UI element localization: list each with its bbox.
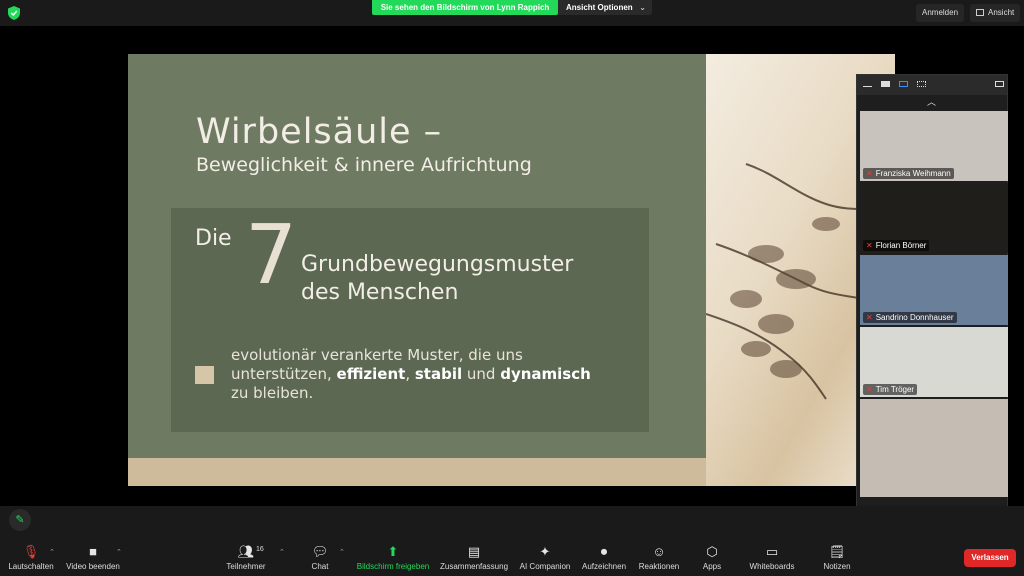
stop-video-button[interactable]: ■ Video beenden	[64, 544, 122, 571]
chat-button[interactable]: 💬︎ Chat	[306, 544, 334, 571]
view-label: Ansicht	[988, 8, 1015, 17]
slide-footer-band	[128, 458, 706, 486]
video-camera-icon: ■	[89, 544, 97, 559]
summary-label: Zusammenfassung	[440, 562, 509, 571]
mic-muted-icon: ✕	[866, 241, 873, 250]
sign-in-button[interactable]: Anmelden	[916, 4, 965, 22]
record-label: Aufzeichnen	[581, 562, 627, 571]
gallery-toolbar	[857, 75, 1007, 95]
participant-gallery: ︿ ✕ Franziska Weihmann ✕ Florian Börner ✕ S…	[856, 74, 1008, 520]
notes-button[interactable]: 🗒︎ Notizen	[820, 544, 854, 571]
whiteboard-icon: ▭	[765, 544, 779, 559]
video-label: Video beenden	[66, 562, 120, 571]
shield-icon[interactable]	[8, 6, 20, 20]
view-options-button[interactable]: Ansicht Optionen ⌄	[558, 0, 652, 15]
share-screen-button[interactable]: ⬆ Bildschirm freigeben	[354, 544, 432, 571]
chevron-down-icon: ⌄	[639, 3, 646, 12]
summary-button[interactable]: ▤ Zusammenfassung	[440, 544, 508, 571]
reactions-button[interactable]: ☺ Reaktionen	[637, 544, 681, 571]
reactions-label: Reaktionen	[638, 562, 680, 571]
top-bar: Sie sehen den Bildschirm von Lynn Rappic…	[0, 0, 1024, 26]
box-heading-line1: Grundbewegungsmuster	[301, 252, 574, 277]
share-banner: Sie sehen den Bildschirm von Lynn Rappic…	[372, 0, 558, 15]
presentation-slide: Wirbelsäule – Beweglichkeit & innere Auf…	[128, 54, 895, 486]
mic-muted-icon: ✕	[866, 385, 873, 394]
share-screen-icon: ⬆	[387, 544, 399, 559]
box-heading-line2: des Menschen	[301, 280, 459, 305]
view-button[interactable]: Ansicht	[970, 4, 1021, 22]
chat-label: Chat	[311, 562, 329, 571]
box-number: 7	[245, 208, 298, 303]
apps-label: Apps	[702, 562, 722, 571]
smiley-icon: ☺	[652, 544, 666, 559]
chevron-up-icon[interactable]: ⌃	[49, 548, 55, 556]
slide-content-box: Die 7 Grundbewegungsmuster des Menschen …	[171, 208, 649, 432]
participant-tile[interactable]: ✕ Tim Tröger	[860, 327, 1008, 397]
mic-muted-icon: ✕	[866, 313, 873, 322]
participant-tile[interactable]: ✕ Sandrino Donnhauser	[860, 255, 1008, 325]
participant-tile[interactable]: ✕ Franziska Weihmann	[860, 111, 1008, 181]
view-options-label: Ansicht Optionen	[566, 3, 633, 12]
record-icon: ⏺	[600, 544, 608, 559]
box-word-die: Die	[195, 226, 232, 251]
participant-name-text: Tim Tröger	[875, 385, 915, 394]
meeting-toolbar: ✎ 🎙︎ Lautschalten ⌃ ■ Video beenden ⌃ 👥︎ Te…	[0, 506, 1024, 576]
strip-view-icon[interactable]	[881, 81, 890, 87]
gallery-grid-icon[interactable]	[917, 81, 926, 87]
participant-count: 16	[256, 546, 264, 553]
ai-companion-button[interactable]: ✦ AI Companion	[518, 544, 572, 571]
participant-tile[interactable]: ✕ Florian Börner	[860, 183, 1008, 253]
chevron-up-icon[interactable]: ⌃	[116, 548, 122, 556]
sparkle-icon: ✦	[539, 544, 551, 559]
mute-label: Lautschalten	[8, 562, 54, 571]
notes-icon: 🗒︎	[828, 544, 846, 559]
chevron-up-icon[interactable]: ︿	[927, 95, 936, 108]
minimize-icon[interactable]	[863, 81, 872, 87]
chevron-up-icon[interactable]: ⌃	[339, 548, 345, 556]
ai-label: AI Companion	[519, 562, 571, 571]
participant-name: ✕ Franziska Weihmann	[863, 168, 954, 179]
participant-name: ✕ Tim Tröger	[863, 384, 918, 395]
bullet-text-part: und	[462, 365, 501, 383]
share-label: Bildschirm freigeben	[356, 562, 430, 571]
slide-title: Wirbelsäule –	[196, 112, 443, 152]
shared-screen: Wirbelsäule – Beweglichkeit & innere Auf…	[0, 26, 1024, 520]
record-button[interactable]: ⏺ Aufzeichnen	[580, 544, 628, 571]
bullet-bold-efficient: effizient	[336, 365, 406, 383]
grid-icon	[976, 9, 984, 16]
speaker-view-icon[interactable]	[899, 81, 908, 87]
participant-name-text: Florian Börner	[875, 241, 927, 250]
participant-name-text: Franziska Weihmann	[875, 169, 951, 178]
summary-icon: ▤	[467, 544, 481, 559]
chevron-up-icon[interactable]: ⌃	[279, 548, 285, 556]
mic-muted-icon: ✕	[866, 169, 873, 178]
notes-label: Notizen	[823, 562, 851, 571]
popout-icon[interactable]	[995, 81, 1004, 87]
apps-icon: ⬡	[706, 544, 718, 559]
bullet-bold-dynamic: dynamisch	[500, 365, 591, 383]
participant-name: ✕ Sandrino Donnhauser	[863, 312, 957, 323]
participant-name-text: Sandrino Donnhauser	[875, 313, 954, 322]
bullet-text-part: ,	[405, 365, 415, 383]
participant-name: ✕ Florian Börner	[863, 240, 930, 251]
leave-button[interactable]: Verlassen	[964, 549, 1016, 567]
whiteboards-label: Whiteboards	[749, 562, 795, 571]
bullet-square	[195, 366, 214, 384]
whiteboards-button[interactable]: ▭ Whiteboards	[746, 544, 798, 571]
bullet-text: evolutionär verankerte Muster, die uns u…	[231, 346, 611, 403]
slide-subtitle: Beweglichkeit & innere Aufrichtung	[196, 154, 532, 176]
apps-button[interactable]: ⬡ Apps	[698, 544, 726, 571]
chat-bubble-icon: 💬︎	[311, 544, 329, 559]
participant-tile[interactable]	[860, 399, 1008, 497]
bullet-bold-stable: stabil	[414, 365, 463, 383]
participants-label: Teilnehmer	[226, 562, 266, 571]
bullet-text-part: zu bleiben.	[231, 384, 314, 402]
annotate-pencil-icon[interactable]: ✎	[9, 509, 31, 531]
